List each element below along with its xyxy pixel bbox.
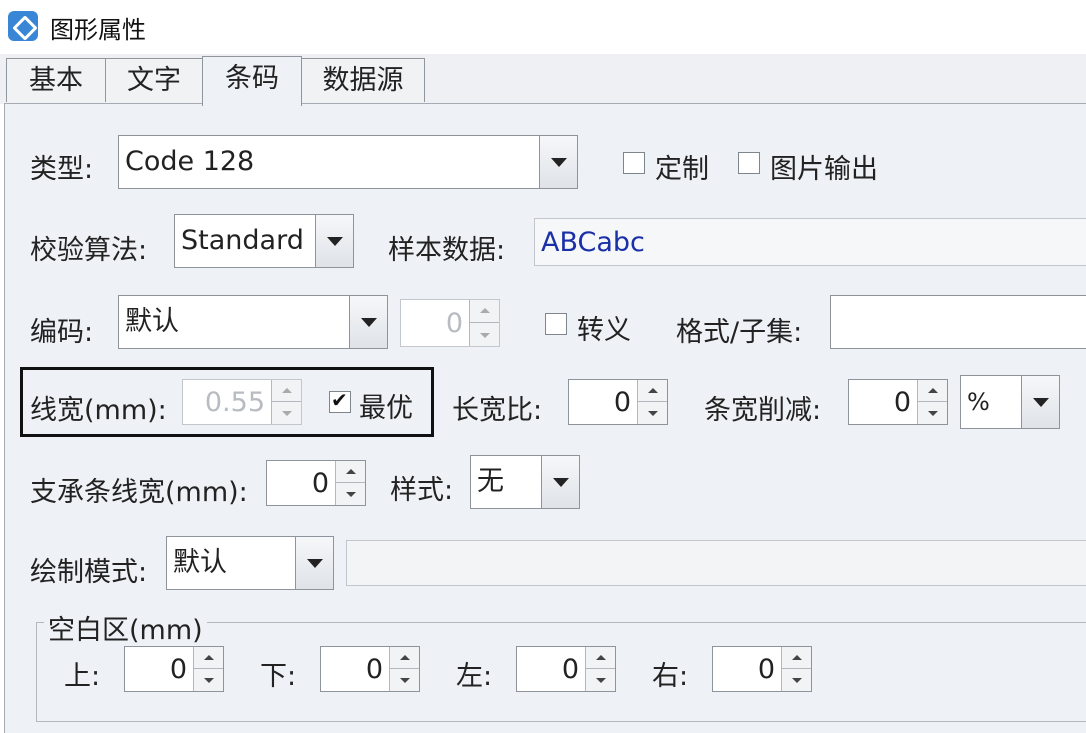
quiet-left-label: 左: [456, 661, 493, 692]
chevron-down-icon[interactable] [315, 215, 353, 267]
chevron-down-icon[interactable] [349, 296, 387, 348]
spin-up-icon[interactable] [470, 300, 499, 323]
bar-reduction-unit-select[interactable]: % [960, 375, 1060, 429]
spin-up-icon[interactable] [586, 647, 615, 669]
encoding-select[interactable]: 默认 [118, 295, 388, 349]
tab-data-source[interactable]: 数据源 [301, 58, 425, 102]
quiet-zone-title: 空白区(mm) [44, 608, 207, 647]
window-title: 图形属性 [50, 16, 146, 44]
line-width-spinner[interactable]: 0.55 [182, 379, 302, 425]
tab-basic[interactable]: 基本 [6, 58, 106, 102]
quiet-right-label: 右: [652, 661, 689, 692]
draw-mode-select[interactable]: 默认 [166, 536, 334, 590]
spin-up-icon[interactable] [390, 647, 419, 669]
quiet-top-spinner[interactable]: 0 [124, 646, 224, 692]
spin-up-icon[interactable] [272, 380, 301, 402]
format-subset-field[interactable] [830, 295, 1086, 349]
chevron-down-icon[interactable] [541, 456, 579, 508]
chevron-down-icon[interactable] [1021, 376, 1059, 428]
sample-data-field[interactable]: ABCabc [534, 218, 1086, 266]
escape-label: 转义 [577, 315, 631, 346]
spin-down-icon[interactable] [918, 402, 947, 424]
checksum-label: 校验算法: [30, 235, 148, 266]
quiet-top-value: 0 [169, 654, 187, 685]
line-width-value: 0.55 [204, 387, 265, 418]
draw-mode-value: 默认 [173, 547, 227, 578]
app-logo-icon [8, 11, 38, 41]
style-select[interactable]: 无 [470, 455, 580, 509]
style-label: 样式: [390, 475, 454, 506]
style-value: 无 [477, 466, 504, 497]
draw-mode-label: 绘制模式: [30, 557, 148, 588]
quiet-left-value: 0 [561, 654, 579, 685]
checksum-select[interactable]: Standard [174, 214, 354, 268]
format-subset-label: 格式/子集: [676, 317, 803, 348]
quiet-right-spinner[interactable]: 0 [712, 646, 812, 692]
type-value: Code 128 [125, 146, 255, 177]
encoding-label: 编码: [30, 317, 94, 348]
spin-down-icon[interactable] [390, 669, 419, 691]
aspect-ratio-value: 0 [613, 387, 631, 418]
custom-checkbox[interactable] [623, 152, 645, 174]
optimal-label: 最优 [359, 393, 413, 424]
spin-up-icon[interactable] [336, 461, 365, 483]
bearer-width-value: 0 [311, 468, 329, 499]
spin-down-icon[interactable] [336, 483, 365, 505]
image-output-label: 图片输出 [770, 154, 878, 185]
quiet-top-label: 上: [64, 661, 101, 692]
spin-up-icon[interactable] [194, 647, 223, 669]
bar-reduction-unit: % [967, 388, 990, 416]
spin-up-icon[interactable] [638, 380, 667, 402]
optimal-checkbox[interactable] [329, 388, 351, 413]
chevron-down-icon[interactable] [295, 537, 333, 589]
quiet-bottom-label: 下: [260, 661, 297, 692]
draw-mode-extra-field [346, 540, 1086, 586]
type-label: 类型: [30, 154, 94, 185]
spin-down-icon[interactable] [470, 323, 499, 346]
aspect-ratio-label: 长宽比: [452, 395, 543, 426]
sample-data-value: ABCabc [541, 227, 645, 258]
checksum-value: Standard [181, 225, 304, 256]
escape-checkbox[interactable] [545, 313, 567, 335]
spin-up-icon[interactable] [918, 380, 947, 402]
quiet-right-value: 0 [757, 654, 775, 685]
spin-up-icon[interactable] [782, 647, 811, 669]
bearer-width-label: 支承条线宽(mm): [30, 477, 248, 508]
spin-down-icon[interactable] [586, 669, 615, 691]
spin-down-icon[interactable] [638, 402, 667, 424]
sample-data-label: 样本数据: [388, 235, 506, 266]
tab-barcode[interactable]: 条码 [202, 56, 302, 106]
quiet-bottom-spinner[interactable]: 0 [320, 646, 420, 692]
tab-text[interactable]: 文字 [105, 58, 203, 102]
bar-reduction-label: 条宽削减: [704, 395, 822, 426]
spin-down-icon[interactable] [782, 669, 811, 691]
quiet-left-spinner[interactable]: 0 [516, 646, 616, 692]
chevron-down-icon[interactable] [539, 136, 577, 188]
title-bar: 图形属性 [0, 0, 1086, 54]
bearer-width-spinner[interactable]: 0 [266, 460, 366, 506]
encoding-spinner[interactable]: 0 [400, 299, 500, 347]
bar-reduction-spinner[interactable]: 0 [848, 379, 948, 425]
encoding-value: 默认 [125, 306, 179, 337]
spin-down-icon[interactable] [272, 402, 301, 424]
aspect-ratio-spinner[interactable]: 0 [568, 379, 668, 425]
type-select[interactable]: Code 128 [118, 135, 578, 189]
spin-down-icon[interactable] [194, 669, 223, 691]
quiet-bottom-value: 0 [365, 654, 383, 685]
encoding-spinner-value: 0 [445, 308, 463, 339]
line-width-label: 线宽(mm): [30, 395, 167, 426]
bar-reduction-value: 0 [893, 387, 911, 418]
custom-label: 定制 [655, 154, 709, 185]
image-output-checkbox[interactable] [738, 152, 760, 174]
